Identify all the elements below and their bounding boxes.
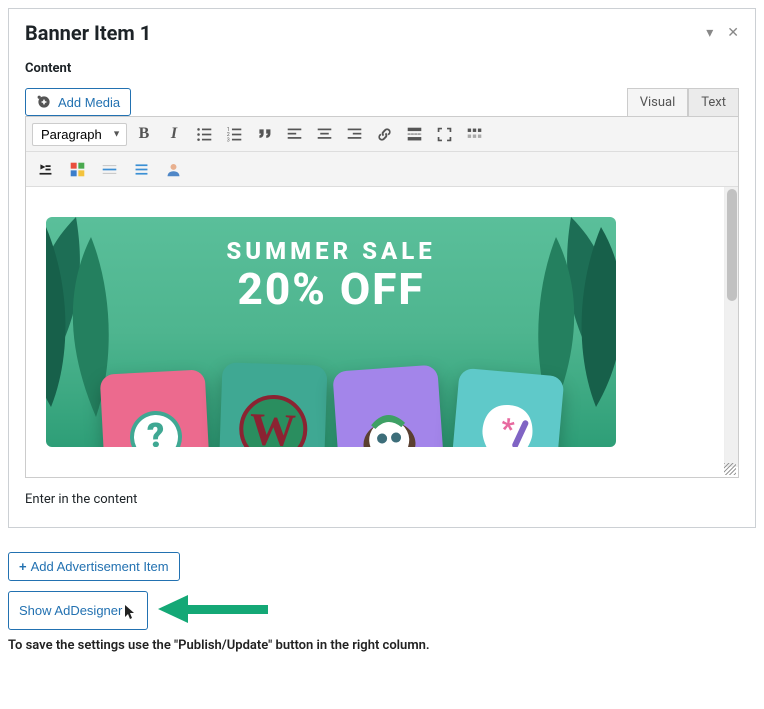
card-pin-icon: * [449,368,565,447]
add-media-button[interactable]: Add Media [25,88,131,116]
bold-button[interactable]: B [131,121,157,147]
collapse-icon[interactable]: ▾ [706,25,713,41]
banner-text: SUMMER SALE 20% OFF [46,237,616,315]
editor-scrollbar[interactable] [724,187,738,467]
show-addesigner-button[interactable]: Show AdDesigner [8,591,148,630]
italic-button[interactable]: I [161,121,187,147]
paragraph-select[interactable]: Paragraph [32,123,127,146]
banner-preview-image: SUMMER SALE 20% OFF ? W * [46,217,616,447]
editor-toolbar: Paragraph B I 123 [26,117,738,152]
svg-text:?: ? [146,416,165,447]
card-wordpress-icon: W [218,362,327,447]
ul-button[interactable] [191,121,217,147]
banner-line1: SUMMER SALE [46,237,616,265]
quote-button[interactable] [251,121,277,147]
add-advertisement-label: Add Advertisement Item [31,559,169,574]
color-grid-icon[interactable] [64,156,90,182]
banner-cards: ? W * [46,372,616,447]
panel-title: Banner Item 1 [25,21,151,45]
hr-icon[interactable] [96,156,122,182]
callout-arrow-icon [158,595,268,623]
card-beaver-icon [332,365,446,447]
helper-text: Enter in the content [25,492,739,507]
card-question-icon: ? [100,369,212,447]
svg-text:3: 3 [226,137,229,143]
banner-line2: 20% OFF [46,263,616,315]
close-icon[interactable]: ✕ [727,25,739,41]
editor-toolbar-row2 [26,152,738,187]
toggle-toolbar-icon[interactable] [32,156,58,182]
bottom-section: + Add Advertisement Item Show AdDesigner… [8,532,756,653]
panel-header: Banner Item 1 ▾ ✕ [25,21,739,45]
scroll-thumb[interactable] [727,189,737,301]
tab-text[interactable]: Text [688,88,739,116]
add-media-label: Add Media [58,95,120,110]
banner-panel: Banner Item 1 ▾ ✕ Content Add Media Visu… [8,8,756,528]
editor-top: Add Media Visual Text [25,88,739,116]
media-icon [36,94,52,110]
tab-visual[interactable]: Visual [627,88,689,116]
align-left-button[interactable] [281,121,307,147]
plus-icon: + [19,559,27,574]
paragraph-select-wrap[interactable]: Paragraph [32,123,127,146]
fullscreen-button[interactable] [431,121,457,147]
indent-icon[interactable] [128,156,154,182]
editor-wrap: Paragraph B I 123 [25,116,739,478]
editor-body[interactable]: SUMMER SALE 20% OFF ? W * [26,187,738,477]
toolbar-toggle-button[interactable] [461,121,487,147]
cursor-icon [124,604,137,623]
align-right-button[interactable] [341,121,367,147]
content-label: Content [25,61,739,76]
panel-controls: ▾ ✕ [706,25,739,41]
readmore-button[interactable] [401,121,427,147]
align-center-button[interactable] [311,121,337,147]
user-icon[interactable] [160,156,186,182]
resize-handle[interactable] [724,463,736,475]
link-button[interactable] [371,121,397,147]
editor-tabs: Visual Text [627,88,739,116]
ol-button[interactable]: 123 [221,121,247,147]
add-advertisement-button[interactable]: + Add Advertisement Item [8,552,180,581]
show-addesigner-label: Show AdDesigner [19,603,122,618]
save-note: To save the settings use the "Publish/Up… [8,638,756,653]
